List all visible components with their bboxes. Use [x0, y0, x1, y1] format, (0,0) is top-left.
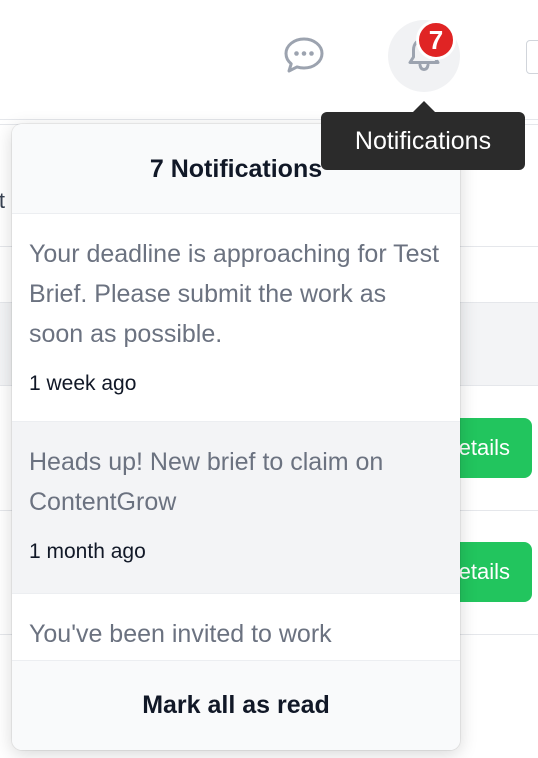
chat-bubble-icon — [282, 35, 326, 80]
notification-count-badge: 7 — [416, 20, 456, 60]
chat-button[interactable] — [280, 33, 328, 81]
app-screen: 7 it etails etails Notifications 7 Notif… — [0, 0, 538, 758]
notification-item[interactable]: You've been invited to work — [12, 594, 460, 660]
mark-all-read-button[interactable]: Mark all as read — [12, 660, 460, 750]
notification-item[interactable]: Heads up! New brief to claim on ContentG… — [12, 422, 460, 594]
top-bar: 7 — [0, 0, 538, 120]
notification-list[interactable]: Your deadline is approaching for Test Br… — [12, 214, 460, 660]
notification-item[interactable]: Your deadline is approaching for Test Br… — [12, 214, 460, 422]
notifications-tooltip: Notifications — [321, 112, 525, 170]
notification-message: Heads up! New brief to claim on ContentG… — [29, 448, 384, 516]
notification-time: 1 week ago — [29, 372, 137, 395]
notification-message: You've been invited to work — [29, 620, 332, 648]
edge-control[interactable] — [526, 40, 538, 74]
background-text: it — [0, 188, 5, 213]
notification-time: 1 month ago — [29, 540, 146, 563]
notification-message: Your deadline is approaching for Test Br… — [29, 240, 440, 348]
notifications-panel: 7 Notifications Your deadline is approac… — [12, 124, 460, 750]
